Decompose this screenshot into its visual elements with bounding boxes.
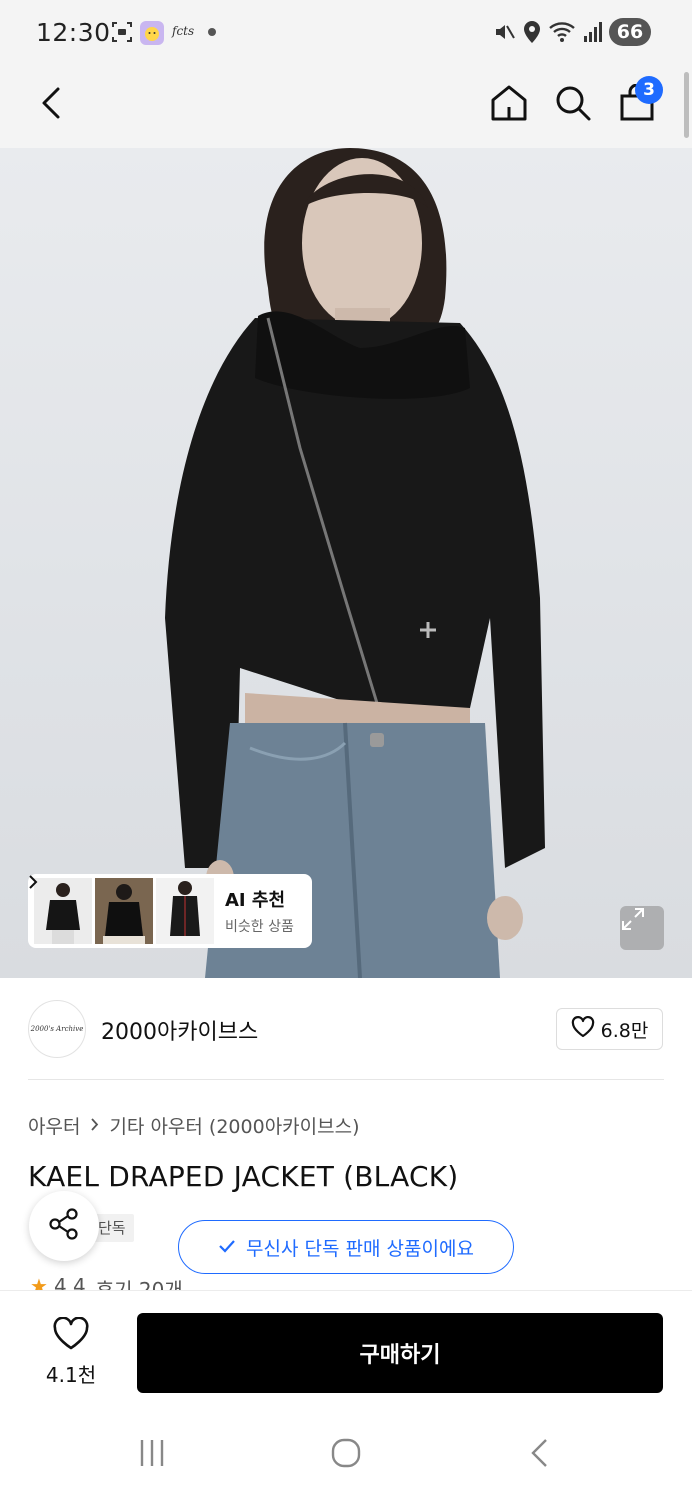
search-icon: [554, 84, 592, 126]
back-nav-icon: [529, 1437, 551, 1473]
check-icon: [218, 1236, 246, 1258]
cart-count-badge: 3: [635, 76, 663, 104]
ai-recommend-subtitle: 비슷한 상품: [225, 919, 294, 935]
home-nav-button[interactable]: [326, 1438, 366, 1472]
breadcrumb: 아우터 기타 아우터 (2000아카이브스): [28, 1112, 360, 1139]
scrollbar[interactable]: [684, 72, 689, 138]
model-photo: [165, 148, 545, 978]
rating-row[interactable]: ★ 4.4 후기 20개: [30, 1274, 183, 1290]
review-count: 후기 20개: [95, 1278, 183, 1290]
back-icon: [38, 86, 64, 124]
ai-thumb-3[interactable]: [156, 878, 214, 944]
status-bar: 12:30 fcts 66: [0, 0, 692, 66]
recent-apps-button[interactable]: [132, 1438, 172, 1472]
brand-name[interactable]: 2000아카이브스: [101, 1014, 258, 1046]
ai-thumb-1[interactable]: [34, 878, 92, 944]
wishlist-button[interactable]: 4.1천: [36, 1316, 106, 1388]
exclusive-notice-text: 무신사 단독 판매 상품이에요: [246, 1237, 474, 1260]
share-icon: [47, 1207, 81, 1245]
heart-icon: [571, 1015, 601, 1043]
home-icon: [489, 83, 529, 127]
breadcrumb-subcategory[interactable]: 기타 아우터 (2000아카이브스): [109, 1112, 359, 1139]
home-circle-icon: [330, 1437, 362, 1473]
brand-logo[interactable]: 2000's Archive: [28, 1000, 86, 1058]
location-icon: [522, 20, 542, 48]
system-nav-bar: [0, 1410, 692, 1500]
app-face-icon: [140, 21, 164, 49]
ai-recommend-title: AI 추천: [29, 875, 294, 912]
brand-like-button[interactable]: 6.8만: [556, 1008, 663, 1050]
search-button[interactable]: [548, 80, 598, 130]
expand-image-button[interactable]: [620, 906, 664, 950]
rating-value: 4.4: [53, 1274, 86, 1290]
product-image[interactable]: AI 추천 비슷한 상품: [0, 148, 692, 978]
buy-button[interactable]: 구매하기: [137, 1313, 663, 1393]
back-button[interactable]: [26, 80, 76, 130]
brand-row[interactable]: 2000's Archive 2000아카이브스 6.8만: [0, 978, 692, 1080]
dot-icon: [208, 28, 216, 36]
star-icon: ★: [30, 1274, 48, 1290]
app-brand-icon: fcts: [172, 24, 195, 38]
home-button[interactable]: [484, 80, 534, 130]
share-button[interactable]: [29, 1191, 99, 1261]
signal-icon: [582, 20, 604, 48]
divider: [28, 1079, 664, 1080]
recent-apps-icon: [136, 1438, 168, 1472]
screenshot-icon: [110, 20, 134, 48]
exclusive-notice[interactable]: 무신사 단독 판매 상품이에요: [178, 1220, 514, 1274]
brand-like-count: 6.8만: [600, 1019, 649, 1042]
bottom-action-bar: 4.1천 구매하기: [0, 1290, 692, 1410]
status-time: 12:30: [36, 18, 111, 47]
wishlist-count: 4.1천: [45, 1363, 97, 1387]
mute-vibrate-icon: [492, 20, 516, 48]
ai-thumb-2[interactable]: [95, 878, 153, 944]
battery-icon: 66: [609, 18, 651, 46]
product-title: KAEL DRAPED JACKET (BLACK): [28, 1160, 459, 1193]
ai-recommend-card[interactable]: AI 추천 비슷한 상품: [28, 874, 312, 948]
wifi-icon: [548, 20, 578, 48]
breadcrumb-category[interactable]: 아우터: [28, 1112, 80, 1139]
heart-icon: [52, 1316, 90, 1355]
app-bar: [0, 66, 692, 148]
chevron-right-icon: [90, 1115, 99, 1137]
back-nav-button[interactable]: [520, 1438, 560, 1472]
